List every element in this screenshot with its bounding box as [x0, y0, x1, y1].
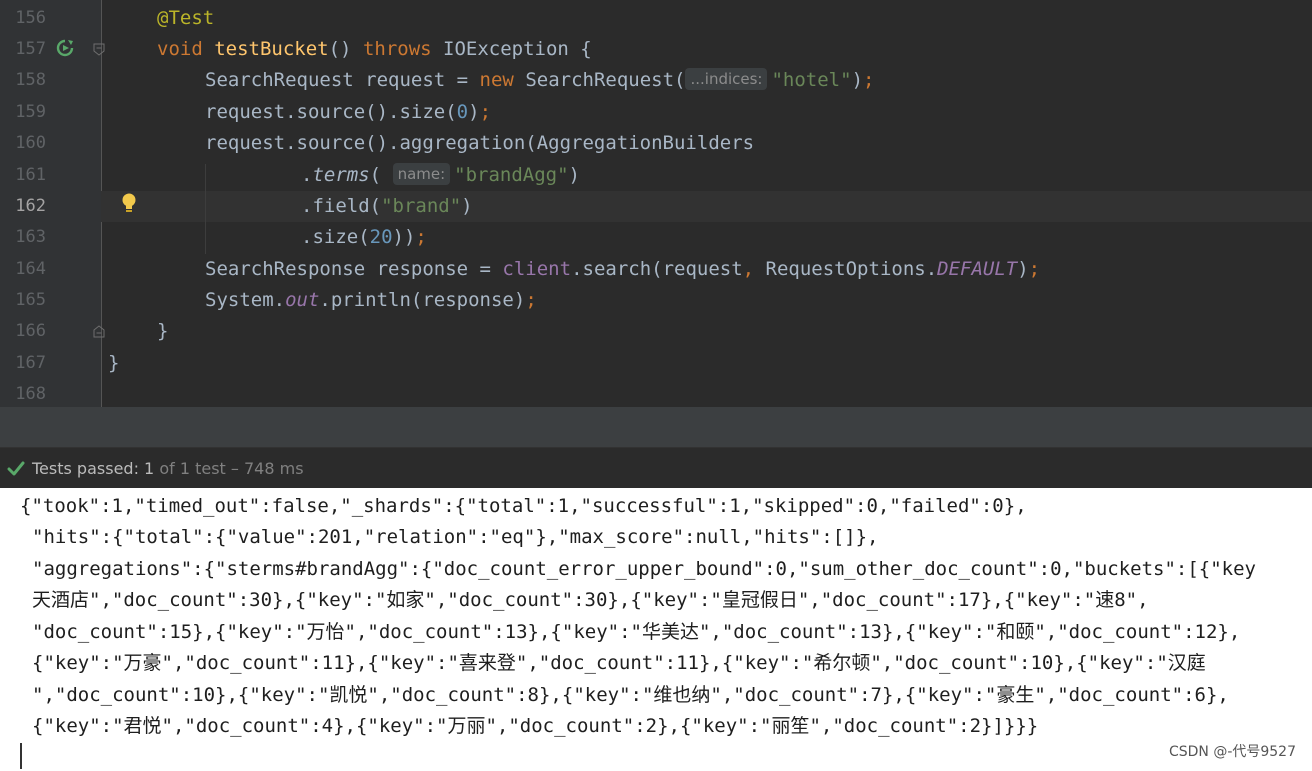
code-text: }	[157, 320, 169, 342]
comma-token: ,	[742, 258, 755, 280]
keyword-token: void	[157, 38, 203, 60]
line-number: 164	[15, 259, 46, 279]
line-number: 163	[15, 227, 46, 247]
code-line-165[interactable]: System.out.println(response);	[205, 285, 537, 316]
code-text: .size(	[301, 226, 370, 248]
method-name-token: testBucket	[214, 38, 329, 60]
code-text: .	[301, 164, 313, 186]
code-text: )	[851, 69, 864, 91]
code-text: .println(response)	[319, 289, 526, 311]
code-line-161[interactable]: .terms( name: "brandAgg")	[301, 160, 580, 191]
code-line-163[interactable]: .size(20));	[301, 222, 427, 253]
code-text: SearchRequest(	[513, 69, 686, 91]
fold-marker-icon[interactable]	[93, 43, 105, 56]
console-line: 天酒店","doc_count":30},{"key":"如家","doc_co…	[32, 589, 1149, 611]
code-line-162[interactable]: .field("brand")	[301, 191, 473, 222]
line-number: 168	[15, 384, 46, 404]
console-output[interactable]: {"took":1,"timed_out":false,"_shards":{"…	[0, 488, 1312, 771]
string-token: "hotel"	[771, 69, 852, 91]
semicolon-token: ;	[525, 289, 537, 311]
code-line-156[interactable]: @Test	[157, 3, 214, 34]
field-token: client	[502, 258, 572, 280]
code-line-167[interactable]: }	[108, 348, 119, 379]
code-text: SearchRequest request =	[205, 69, 480, 91]
string-token: "brandAgg"	[454, 164, 569, 186]
string-token: "brand"	[381, 195, 462, 217]
test-results-bar: Tests passed: 1 of 1 test – 748 ms	[0, 447, 1312, 489]
test-pass-count: 1	[144, 459, 155, 478]
panel-divider[interactable]	[0, 407, 1312, 447]
semicolon-token: ;	[1028, 258, 1041, 280]
line-number: 158	[15, 70, 46, 90]
code-line-164[interactable]: SearchResponse response = client.search(…	[205, 254, 1040, 285]
static-field-token: out	[285, 289, 320, 311]
line-number-gutter[interactable]: 156 157 158 159 160 161 162 163 164 165 …	[0, 0, 105, 407]
console-line: "doc_count":15},{"key":"万怡","doc_count":…	[32, 621, 1241, 643]
test-status-detail: of 1 test – 748 ms	[154, 459, 304, 478]
code-text: .field(	[301, 195, 382, 217]
indent-guide	[205, 164, 206, 254]
test-status-text: Tests passed: 1 of 1 test – 748 ms	[32, 448, 304, 489]
code-line-166[interactable]: }	[157, 316, 168, 347]
console-line: ","doc_count":10},{"key":"凯悦","doc_count…	[32, 684, 1229, 706]
intention-bulb-icon[interactable]	[120, 192, 138, 214]
fold-marker-icon[interactable]	[93, 325, 105, 338]
static-method-token: terms	[312, 164, 370, 186]
watermark: CSDN @-代号9527	[1168, 744, 1296, 760]
code-text: ))	[392, 226, 416, 248]
line-number-current: 162	[15, 196, 46, 216]
code-text: )	[568, 164, 580, 186]
line-number: 161	[15, 165, 46, 185]
semicolon-token: ;	[479, 101, 492, 123]
code-text: IOException {	[431, 38, 592, 60]
code-line-157[interactable]: void testBucket() throws IOException {	[157, 34, 592, 65]
line-number: 165	[15, 290, 46, 310]
line-number: 167	[15, 353, 46, 373]
test-status-label: Tests passed:	[32, 459, 145, 478]
number-token: 0	[456, 101, 469, 123]
parameter-hint: ...indices:	[685, 68, 768, 90]
console-line: "hits":{"total":{"value":201,"relation":…	[32, 526, 879, 548]
code-editor[interactable]: 156 157 158 159 160 161 162 163 164 165 …	[0, 0, 1312, 407]
code-line-160[interactable]: request.source().aggregation(Aggregation…	[205, 128, 754, 159]
code-text: ()	[328, 38, 363, 60]
code-text: RequestOptions.	[754, 258, 938, 280]
static-field-token: DEFAULT	[937, 258, 1018, 280]
line-number: 166	[15, 321, 46, 341]
text-cursor	[20, 743, 22, 769]
code-text: request.source().size(	[205, 101, 457, 123]
code-text: SearchResponse response =	[205, 258, 503, 280]
number-token: 20	[369, 226, 393, 248]
annotation-token: @Test	[157, 7, 215, 29]
console-line: {"took":1,"timed_out":false,"_shards":{"…	[20, 495, 1027, 517]
console-line: {"key":"君悦","doc_count":4},{"key":"万丽","…	[32, 715, 1039, 737]
line-number: 160	[15, 133, 46, 153]
code-line-158[interactable]: SearchRequest request = new SearchReques…	[205, 65, 874, 96]
semicolon-token: ;	[863, 69, 875, 91]
semicolon-token: ;	[415, 226, 427, 248]
line-number: 156	[15, 8, 46, 28]
code-text: )	[461, 195, 473, 217]
line-number: 159	[15, 102, 46, 122]
code-text: System.	[205, 289, 286, 311]
code-text: (	[369, 164, 382, 186]
code-text: )	[468, 101, 480, 123]
console-line: "aggregations":{"sterms#brandAgg":{"doc_…	[32, 558, 1256, 580]
check-icon	[7, 461, 25, 476]
code-line-159[interactable]: request.source().size(0);	[205, 97, 491, 128]
code-text: )	[1017, 258, 1029, 280]
code-text: .search(request	[571, 258, 743, 280]
parameter-hint: name:	[392, 163, 451, 185]
line-number: 157	[15, 39, 46, 59]
console-line: {"key":"万豪","doc_count":11},{"key":"喜来登"…	[32, 652, 1206, 674]
keyword-token: new	[479, 69, 514, 91]
current-line-highlight	[101, 191, 1312, 222]
run-test-icon[interactable]	[55, 38, 75, 58]
code-text: }	[108, 352, 120, 374]
keyword-token: throws	[362, 38, 432, 60]
code-text: request.source().aggregation(Aggregation…	[205, 132, 755, 154]
